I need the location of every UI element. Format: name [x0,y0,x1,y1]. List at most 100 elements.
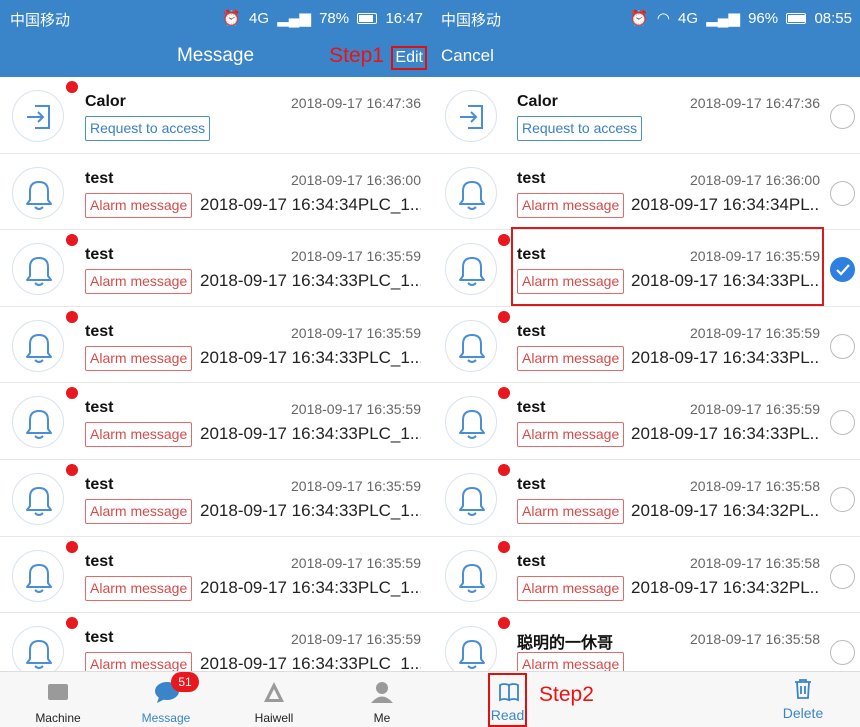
message-row[interactable]: Calor 2018-09-17 16:47:36 Request to acces… [431,77,860,154]
battery-icon [786,13,807,24]
tab-label: Message [141,711,191,725]
selection-highlight [511,227,824,307]
message-detail: 2018-09-17 16:34:33PLC_1.... [200,271,421,291]
unread-dot [66,81,78,93]
message-tag: Alarm message [517,499,625,524]
select-checkbox[interactable] [830,180,855,206]
signal-icon: ▂▄▆ [277,10,311,27]
unread-dot [498,540,510,553]
message-row[interactable]: test 2018-09-17 16:35:59 Alarm message 2018… [0,306,431,384]
tab-message[interactable]: 51 Message [116,672,216,727]
message-time: 2018-09-17 16:36:00 [690,171,820,188]
message-sender: 聪明的一休哥 [517,635,614,653]
edit-button[interactable]: Edit [391,46,427,70]
message-avatar [12,90,64,142]
message-row[interactable]: test 2018-09-17 16:35:59 Alarm message 2018… [431,227,860,307]
select-checkbox[interactable] [830,333,855,359]
select-checkbox[interactable] [830,104,855,129]
unread-dot [498,310,510,323]
message-row[interactable]: test 2018-09-17 16:35:59 Alarm message 2018… [0,230,431,307]
message-row[interactable]: Calor 2018-09-17 16:47:36 Request to acces… [0,77,431,154]
cancel-button[interactable]: Cancel [441,46,494,66]
message-row[interactable]: test 2018-09-17 16:35:59 Alarm message 2018… [0,460,431,537]
message-avatar [12,396,64,449]
unread-dot [66,617,78,630]
message-time: 2018-09-17 16:35:59 [291,554,421,571]
battery-percent: 78% [319,10,350,27]
message-time: 2018-09-17 16:35:59 [690,324,820,341]
message-tag: Alarm message [85,345,193,371]
message-time: 2018-09-17 16:35:59 [291,324,421,341]
bottom-tab-bar: Machine 51 Message Haiwell Me [0,671,431,727]
message-row[interactable]: test 2018-09-17 16:35:59 Alarm message 2018… [0,536,431,614]
signal-type: 4G [678,10,699,27]
message-tag: Alarm message [517,422,625,448]
message-row[interactable]: test 2018-09-17 16:35:58 Alarm message 2018… [431,536,860,614]
message-time: 2018-09-17 16:35:59 [291,631,421,648]
message-row[interactable]: test 2018-09-17 16:36:00 Alarm message 2018… [431,153,860,231]
book-icon [499,683,519,702]
message-row[interactable]: test 2018-09-17 16:35:59 Alarm message 2018… [431,383,860,460]
message-sender: test [517,169,546,187]
read-button[interactable]: Read [488,673,527,727]
message-detail: 2018-09-17 16:34:33PLC_1.... [200,577,421,597]
message-tag: Alarm message [85,192,193,218]
clock-time: 16:47 [385,10,423,27]
tab-haiwell[interactable]: Haiwell [224,672,324,727]
unread-dot [498,617,510,630]
select-checkbox[interactable] [830,487,855,512]
message-sender: test [517,322,546,340]
message-row[interactable]: test 2018-09-17 16:35:59 Alarm message 2018… [431,306,860,384]
delete-button[interactable]: Delete [773,672,833,727]
message-sender: test [517,399,546,417]
select-checkbox[interactable] [830,410,855,436]
unread-dot [66,540,78,553]
message-time: 2018-09-17 16:35:59 [291,248,421,265]
message-row[interactable]: test 2018-09-17 16:36:00 Alarm message 2018… [0,153,431,231]
message-detail: 2018-09-17 16:34:33PLC_1.... [200,501,421,520]
message-avatar [445,166,497,219]
unread-dot [498,387,510,400]
tab-machine[interactable]: Machine [8,672,108,727]
edit-action-bar: Read Step2 Delete [431,671,860,727]
unread-dot [498,234,510,247]
message-tag: Alarm message [517,192,625,218]
message-avatar [445,473,497,525]
status-bar: 中国移动 ⏰ ◠ 4G ▂▄▆ 96% 08:55 [431,0,860,33]
message-detail: 2018-09-17 16:34:34PL... [631,194,818,214]
wifi-icon: ◠ [656,10,670,27]
read-label: Read [490,707,525,723]
tab-label: Haiwell [254,711,294,725]
message-avatar [445,243,497,296]
message-avatar [12,166,64,219]
message-avatar [445,90,497,142]
carrier-name: 中国移动 [10,12,71,29]
message-tag: Alarm message [517,575,625,601]
message-row[interactable]: test 2018-09-17 16:35:58 Alarm message 2018… [431,460,860,537]
message-detail: 2018-09-17 16:34:32PL... [631,577,818,597]
message-avatar [12,243,64,296]
select-checkbox[interactable] [830,257,855,283]
message-sender: test [517,476,546,493]
message-tag: Request to access [517,116,643,141]
message-detail: 2018-09-17 16:34:33PL... [631,424,818,444]
message-tag: Request to access [85,116,211,141]
message-sender: test [517,246,546,264]
delete-label: Delete [782,705,824,721]
message-edit-screen: 中国移动 ⏰ ◠ 4G ▂▄▆ 96% 08:55 Cancel Calor 20… [431,0,860,727]
clock-time: 08:55 [814,10,852,27]
battery-icon [357,13,378,24]
message-sender: Calor [85,93,126,110]
message-row[interactable]: test 2018-09-17 16:35:59 Alarm message 2018… [0,383,431,460]
select-checkbox[interactable] [830,640,855,666]
message-time: 2018-09-17 16:36:00 [291,171,421,188]
message-detail: 2018-09-17 16:34:33PLC_1.... [200,347,421,367]
title-bar: Message Step1 Edit [0,33,431,77]
tab-me[interactable]: Me [332,672,431,727]
message-sender: test [85,552,114,570]
message-tag: Alarm message [85,422,193,448]
message-time: 2018-09-17 16:35:58 [690,631,820,648]
message-list-screen: 中国移动 ⏰ 4G ▂▄▆ 78% 16:47 Message Step1 Ed… [0,0,431,727]
unread-dot [498,464,510,476]
select-checkbox[interactable] [830,563,855,589]
